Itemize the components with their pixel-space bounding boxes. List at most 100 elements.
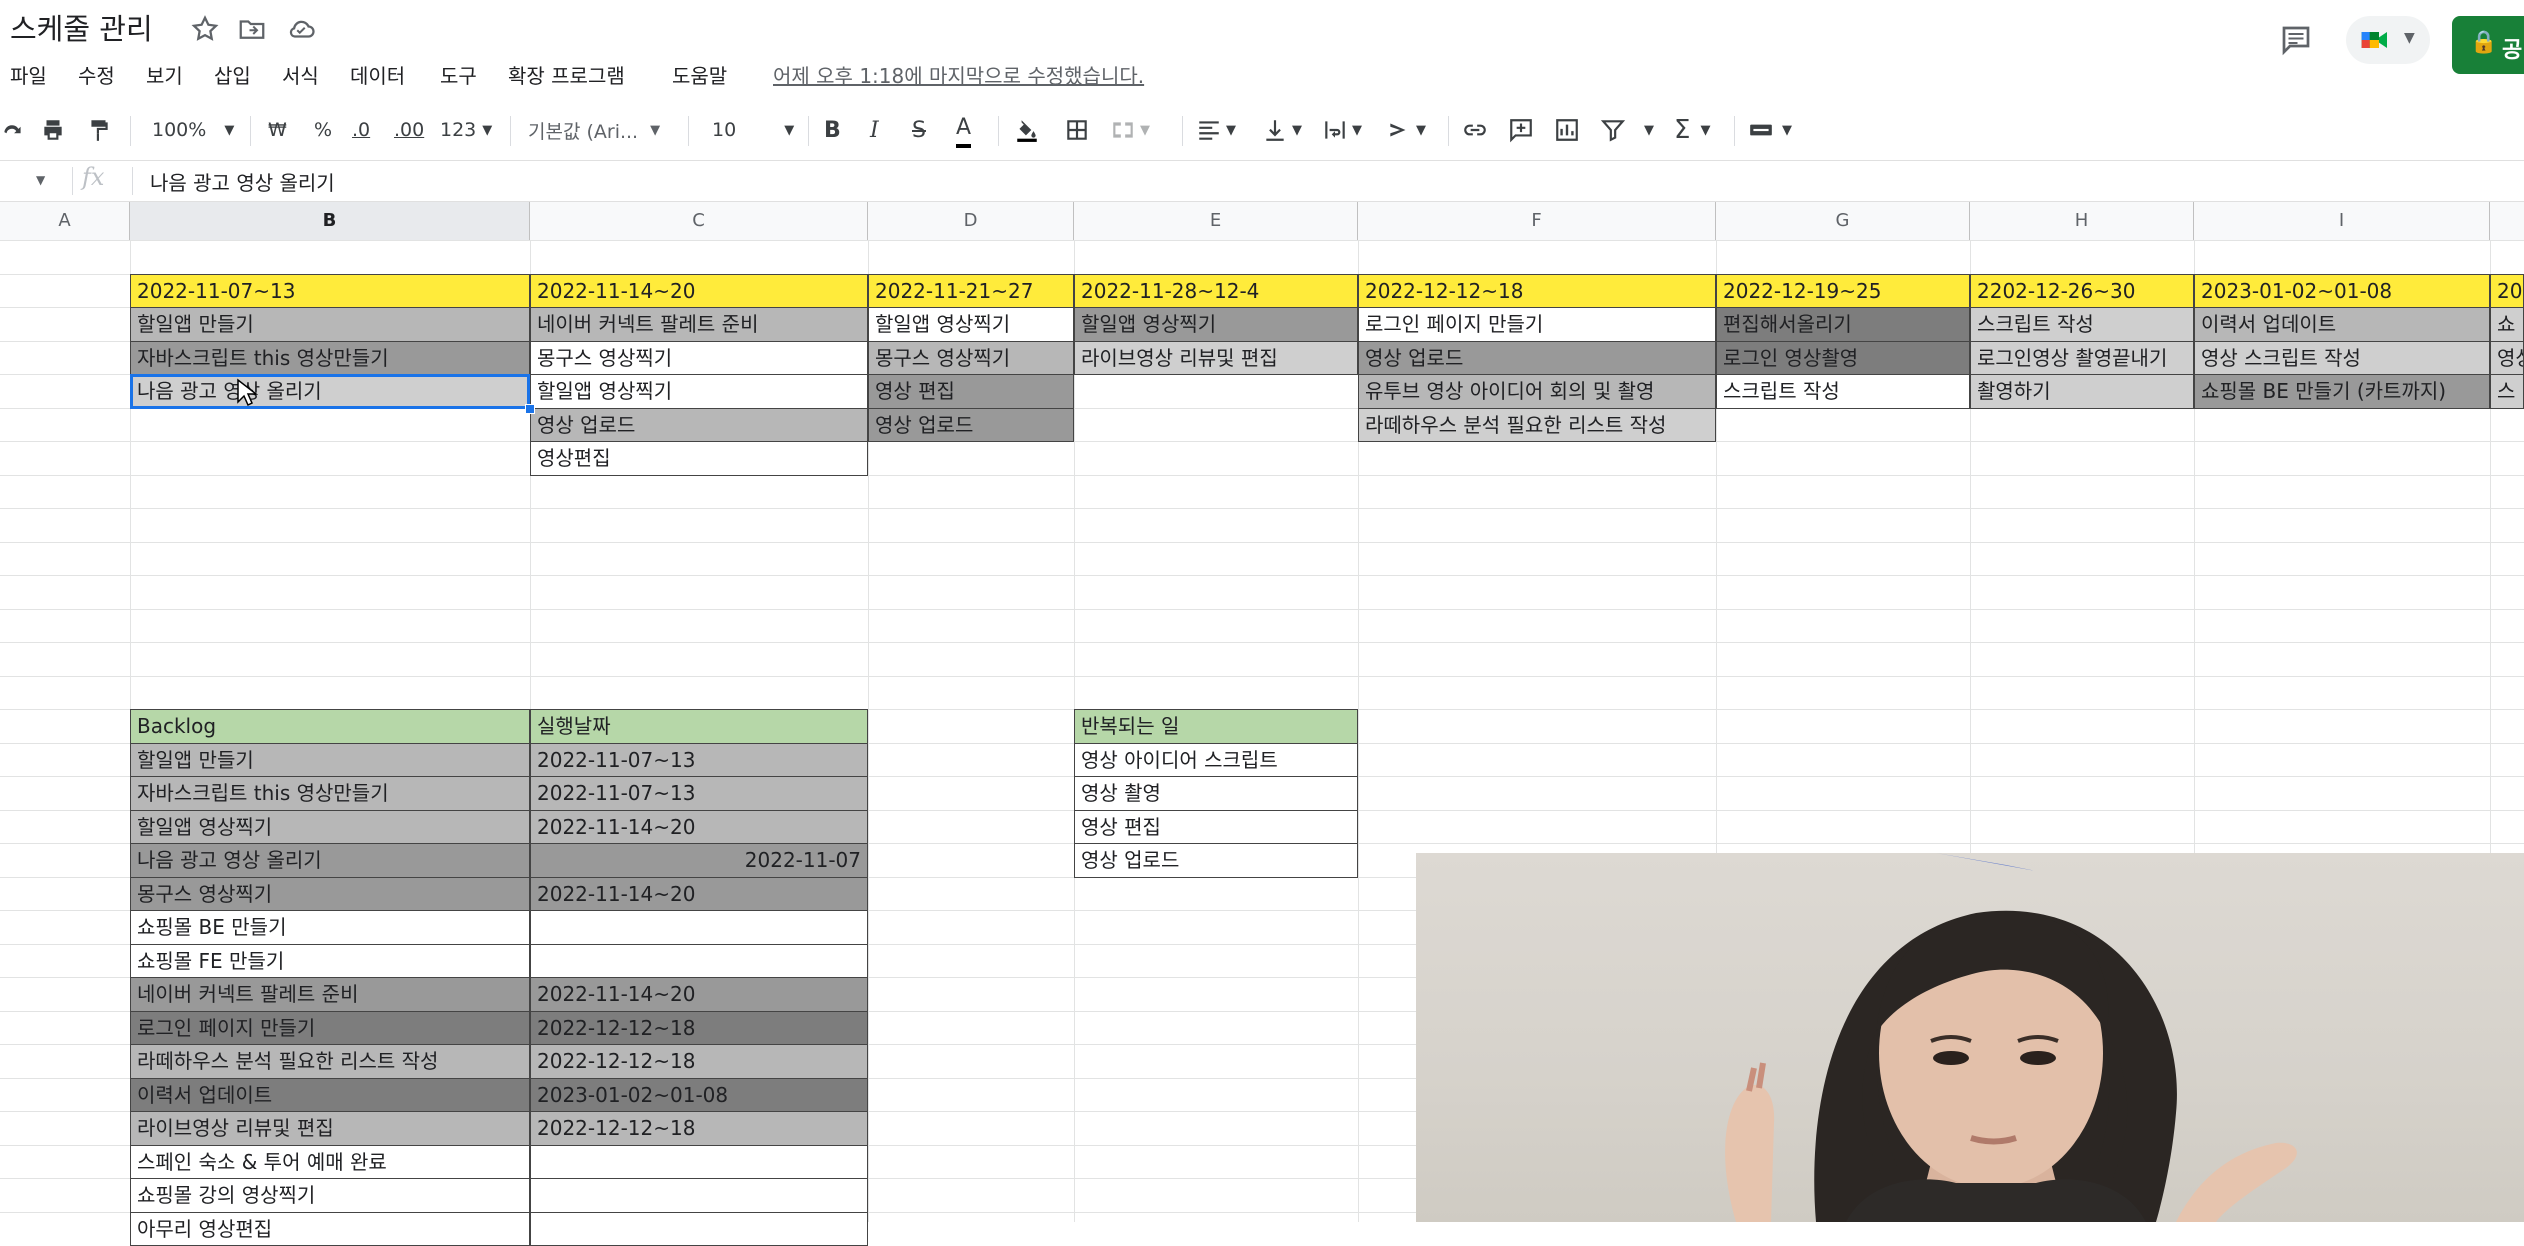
meet-button[interactable]: ▼ [2346, 16, 2430, 64]
week-header-cell[interactable]: 2022-12-12~18 [1358, 274, 1716, 309]
column-header-d[interactable]: D [868, 202, 1074, 240]
menu-insert[interactable]: 삽입 [214, 60, 251, 89]
schedule-cell[interactable]: 영상편집 [530, 441, 868, 476]
schedule-cell[interactable]: 촬영하기 [1970, 374, 2194, 409]
column-header-e[interactable]: E [1074, 202, 1358, 240]
cloud-saved-icon[interactable] [286, 14, 316, 44]
menu-view[interactable]: 보기 [146, 60, 183, 89]
column-header-h[interactable]: H [1970, 202, 2194, 240]
backlog-date-cell[interactable] [530, 1212, 868, 1246]
recurring-item-cell[interactable]: 영상 업로드 [1074, 843, 1358, 878]
strikethrough-button[interactable]: S [912, 110, 926, 150]
backlog-date-cell[interactable]: 2022-12-12~18 [530, 1111, 868, 1146]
schedule-cell[interactable]: 몽구스 영상찍기 [868, 341, 1074, 376]
week-header-cell[interactable]: 2202-12-26~30 [1970, 274, 2194, 309]
currency-format-button[interactable]: ₩ [268, 110, 287, 150]
backlog-date-cell[interactable]: 2022-11-07~13 [530, 743, 868, 778]
schedule-cell[interactable]: 영상 업로드 [1358, 341, 1716, 376]
document-title[interactable]: 스케줄 관리 [10, 6, 153, 48]
menu-tools[interactable]: 도구 [440, 60, 477, 89]
schedule-cell[interactable]: 로그인 영상촬영 [1716, 341, 1970, 376]
column-header-f[interactable]: F [1358, 202, 1716, 240]
recurring-item-cell[interactable]: 영상 촬영 [1074, 776, 1358, 811]
column-header-a[interactable]: A [0, 202, 130, 240]
vertical-align-icon[interactable]: ▼ [1262, 110, 1302, 150]
redo-icon[interactable] [0, 110, 26, 150]
backlog-task-cell[interactable]: 쇼핑몰 FE 만들기 [130, 944, 530, 979]
decrease-decimal-button[interactable]: .0 [352, 110, 370, 150]
schedule-cell[interactable]: 할일앱 만들기 [130, 307, 530, 342]
backlog-date-cell[interactable]: 2022-12-12~18 [530, 1044, 868, 1079]
menu-edit[interactable]: 수정 [78, 60, 115, 89]
recurring-item-cell[interactable]: 영상 편집 [1074, 810, 1358, 845]
column-header-c[interactable]: C [530, 202, 868, 240]
backlog-header[interactable]: Backlog [130, 709, 530, 744]
week-header-cell[interactable]: 2022-11-14~20 [530, 274, 868, 309]
schedule-cell[interactable]: 유투브 영상 아이디어 회의 및 촬영 [1358, 374, 1716, 409]
schedule-cell[interactable]: 로그인 페이지 만들기 [1358, 307, 1716, 342]
backlog-task-cell[interactable]: 라이브영상 리뷰및 편집 [130, 1111, 530, 1146]
insert-chart-icon[interactable] [1554, 110, 1580, 150]
insert-comment-icon[interactable] [1508, 110, 1534, 150]
menu-help[interactable]: 도움말 [672, 60, 727, 89]
last-edit-link[interactable]: 어제 오후 1:18에 마지막으로 수정했습니다. [773, 60, 1144, 89]
week-header-cell[interactable]: 2022-11-07~13 [130, 274, 530, 309]
backlog-task-cell[interactable]: 할일앱 영상찍기 [130, 810, 530, 845]
schedule-cell[interactable]: 라이브영상 리뷰및 편집 [1074, 341, 1358, 376]
schedule-cell[interactable]: 영상 스크립트 작성 [2194, 341, 2490, 376]
align-left-icon[interactable]: ▼ [1196, 110, 1236, 150]
backlog-task-cell[interactable]: 이력서 업데이트 [130, 1078, 530, 1113]
schedule-cell[interactable]: 할일앱 영상찍기 [1074, 307, 1358, 342]
schedule-cell[interactable]: 쇼핑몰 BE 만들기 (카트까지) [2194, 374, 2490, 409]
schedule-cell[interactable]: 편집해서올리기 [1716, 307, 1970, 342]
input-tools-icon[interactable]: ▼ [1748, 110, 1792, 150]
text-color-button[interactable]: A [956, 110, 971, 148]
zoom-select[interactable]: 100%▼ [152, 110, 234, 150]
formula-input[interactable]: 나음 광고 영상 올리기 [150, 167, 335, 196]
recurring-item-cell[interactable]: 영상 아이디어 스크립트 [1074, 743, 1358, 778]
schedule-cell[interactable]: 영상 [2490, 341, 2524, 376]
schedule-cell[interactable]: 영상 편집 [868, 374, 1074, 409]
number-format-select[interactable]: 123▼ [440, 110, 492, 150]
backlog-task-cell[interactable]: 로그인 페이지 만들기 [130, 1011, 530, 1046]
backlog-task-cell[interactable]: 쇼핑몰 BE 만들기 [130, 910, 530, 945]
backlog-task-cell[interactable]: 아무리 영상편집 [130, 1212, 530, 1246]
borders-icon[interactable] [1064, 110, 1090, 150]
backlog-task-cell[interactable]: 나음 광고 영상 올리기 [130, 843, 530, 878]
paint-format-icon[interactable] [86, 110, 112, 150]
backlog-date-cell[interactable] [530, 1145, 868, 1180]
schedule-cell[interactable]: 쇼 [2490, 307, 2524, 342]
menu-format[interactable]: 서식 [282, 60, 319, 89]
column-header-i[interactable]: I [2194, 202, 2490, 240]
fill-color-icon[interactable] [1014, 110, 1040, 150]
backlog-date-cell[interactable]: 2022-11-07 [530, 843, 868, 878]
merge-cells-icon[interactable]: ▼ [1110, 110, 1150, 150]
backlog-date-cell[interactable]: 2022-11-14~20 [530, 977, 868, 1012]
schedule-cell[interactable]: 라떼하우스 분석 필요한 리스트 작성 [1358, 408, 1716, 443]
week-header-cell[interactable]: 202 [2490, 274, 2524, 309]
schedule-cell[interactable]: 할일앱 영상찍기 [530, 374, 868, 409]
backlog-task-cell[interactable]: 쇼핑몰 강의 영상찍기 [130, 1178, 530, 1213]
week-header-cell[interactable]: 2022-11-21~27 [868, 274, 1074, 309]
backlog-task-cell[interactable]: 자바스크립트 this 영상만들기 [130, 776, 530, 811]
week-header-cell[interactable]: 2022-12-19~25 [1716, 274, 1970, 309]
column-header-j[interactable] [2490, 202, 2524, 240]
backlog-date-cell[interactable]: 2023-01-02~01-08 [530, 1078, 868, 1113]
name-box-dropdown[interactable]: ▼ [36, 173, 45, 187]
column-header-b[interactable]: B [130, 202, 530, 240]
comments-icon[interactable] [2278, 22, 2314, 58]
schedule-cell[interactable]: 할일앱 영상찍기 [868, 307, 1074, 342]
font-family-select[interactable]: 기본값 (Ari...▼ [528, 110, 660, 150]
backlog-date-cell[interactable] [530, 944, 868, 979]
schedule-cell[interactable]: 영상 업로드 [868, 408, 1074, 443]
schedule-cell[interactable]: 영상 업로드 [530, 408, 868, 443]
schedule-cell[interactable]: 이력서 업데이트 [2194, 307, 2490, 342]
percent-format-button[interactable]: % [314, 110, 332, 150]
schedule-cell[interactable]: 스크립트 작성 [1716, 374, 1970, 409]
text-wrap-icon[interactable]: ▼ [1322, 110, 1362, 150]
backlog-date-cell[interactable]: 2022-11-14~20 [530, 810, 868, 845]
column-header-g[interactable]: G [1716, 202, 1970, 240]
star-icon[interactable] [190, 14, 220, 44]
recurring-header[interactable]: 반복되는 일 [1074, 709, 1358, 744]
print-icon[interactable] [40, 110, 66, 150]
